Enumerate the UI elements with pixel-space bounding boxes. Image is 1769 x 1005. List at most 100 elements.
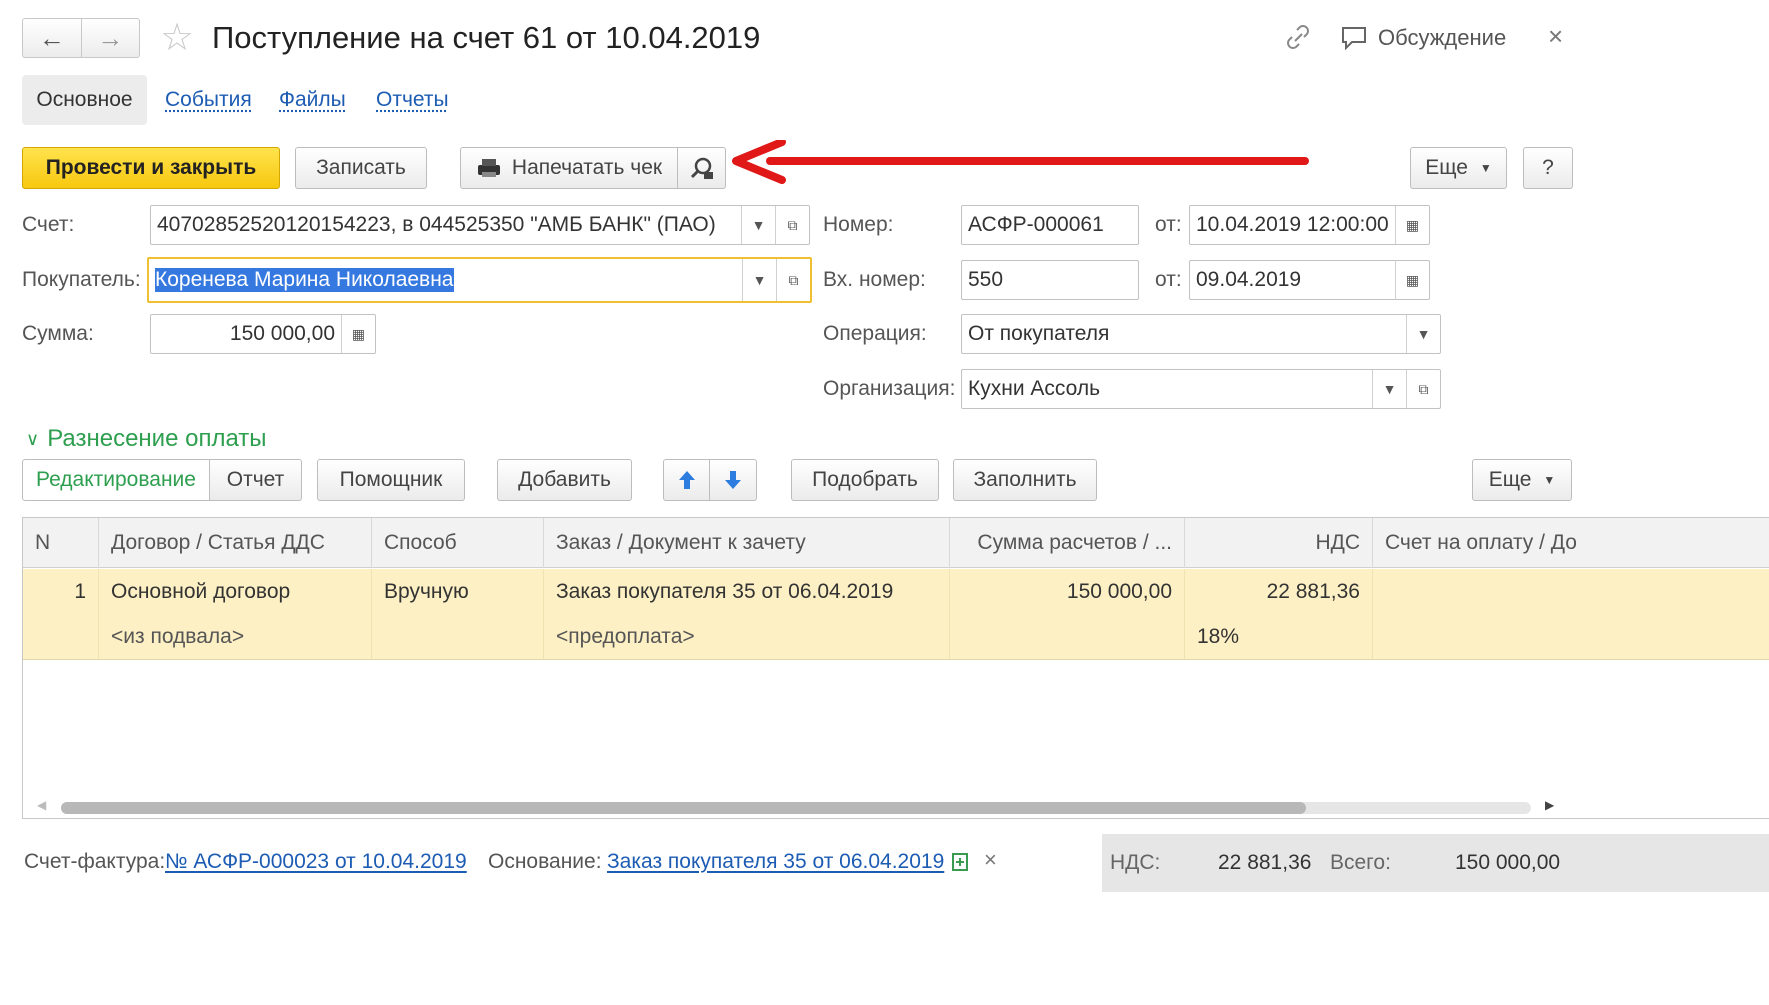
move-buttons xyxy=(663,459,757,501)
print-receipt-group: Напечатать чек xyxy=(460,147,726,189)
account-field[interactable]: 40702852520120154223, в 044525350 "АМБ Б… xyxy=(150,205,810,245)
basis-add-icon[interactable] xyxy=(950,851,972,878)
chevron-down-icon: ∨ xyxy=(26,429,40,449)
row-divider xyxy=(23,659,1769,660)
link-icon[interactable] xyxy=(1284,22,1312,59)
col-header-invoice[interactable]: Счет на оплату / До xyxy=(1373,518,1769,568)
payment-allocation-section-toggle[interactable]: ∨ Разнесение оплаты xyxy=(26,420,267,458)
dropdown-icon[interactable]: ▼ xyxy=(1372,370,1406,408)
dropdown-icon[interactable]: ▼ xyxy=(741,206,775,244)
fill-button[interactable]: Заполнить xyxy=(953,459,1097,501)
arrow-up-icon xyxy=(678,471,695,489)
print-receipt-label: Напечатать чек xyxy=(511,156,663,179)
operation-value: От покупателя xyxy=(968,322,1110,345)
cell-n-sub xyxy=(23,615,99,659)
move-down-button[interactable] xyxy=(710,459,757,501)
printer-icon xyxy=(477,159,500,177)
table-row[interactable]: 1 Основной договор Вручную Заказ покупат… xyxy=(23,569,1769,615)
table-row-sub[interactable]: <из подвала> <предоплата> 18% xyxy=(23,615,1769,659)
tab-editing[interactable]: Редактирование xyxy=(22,459,210,501)
sum-value: 150 000,00 xyxy=(229,322,335,345)
allocation-table: N Договор / Статья ДДС Способ Заказ / До… xyxy=(22,517,1769,819)
preview-button[interactable] xyxy=(678,147,726,189)
calculator-icon[interactable]: ▦ xyxy=(341,315,375,353)
scroll-right-icon[interactable]: ▶ xyxy=(1545,798,1554,812)
basis-label: Основание: xyxy=(488,850,602,873)
favorite-star-icon[interactable]: ☆ xyxy=(160,18,194,58)
organization-label: Организация: xyxy=(823,377,956,400)
post-and-close-button[interactable]: Провести и закрыть xyxy=(22,147,280,189)
col-header-order[interactable]: Заказ / Документ к зачету xyxy=(544,518,950,568)
grand-total-value: 150 000,00 xyxy=(1455,851,1561,874)
date-field[interactable]: 10.04.2019 12:00:00 ▦ xyxy=(1189,205,1430,245)
open-icon[interactable]: ⧉ xyxy=(776,259,810,301)
scroll-left-icon[interactable]: ◀ xyxy=(37,798,46,812)
add-button[interactable]: Добавить xyxy=(497,459,632,501)
chevron-down-icon: ▼ xyxy=(1543,473,1556,487)
table-header: N Договор / Статья ДДС Способ Заказ / До… xyxy=(23,518,1769,568)
tab-report[interactable]: Отчет xyxy=(210,459,302,501)
pick-button[interactable]: Подобрать xyxy=(791,459,939,501)
cell-vat-rate: 18% xyxy=(1185,615,1373,659)
sum-label: Сумма: xyxy=(22,322,94,345)
print-receipt-button[interactable]: Напечатать чек xyxy=(460,147,678,189)
calendar-icon[interactable]: ▦ xyxy=(1395,261,1429,299)
document-add-icon xyxy=(952,853,968,871)
invoice-label: Счет-фактура: xyxy=(24,850,166,873)
col-header-sum[interactable]: Сумма расчетов / ... xyxy=(950,518,1185,568)
section-more-button[interactable]: Еще ▼ xyxy=(1472,459,1572,501)
basis-link[interactable]: Заказ покупателя 35 от 06.04.2019 xyxy=(607,845,944,879)
forward-button[interactable]: → xyxy=(80,19,140,57)
dropdown-icon[interactable]: ▼ xyxy=(742,259,776,301)
more-button[interactable]: Еще ▼ xyxy=(1410,147,1507,189)
operation-field[interactable]: От покупателя ▼ xyxy=(961,314,1441,354)
in-date-from-label: от: xyxy=(1155,268,1182,291)
col-header-vat[interactable]: НДС xyxy=(1185,518,1373,568)
tab-files[interactable]: Файлы xyxy=(279,75,346,125)
scroll-thumb[interactable] xyxy=(61,802,1306,814)
more-label: Еще xyxy=(1425,156,1468,179)
buyer-field[interactable]: Коренева Марина Николаевна ▼ ⧉ xyxy=(147,257,812,303)
cell-sum-sub xyxy=(950,615,1185,659)
cell-contract-sub: <из подвала> xyxy=(99,615,372,659)
horizontal-scrollbar[interactable]: ◀ ▶ xyxy=(23,794,1769,818)
tab-reports[interactable]: Отчеты xyxy=(376,75,449,125)
cell-invoice xyxy=(1373,569,1769,615)
col-header-contract[interactable]: Договор / Статья ДДС xyxy=(99,518,372,568)
close-button[interactable]: × xyxy=(1548,20,1563,52)
move-up-button[interactable] xyxy=(663,459,710,501)
in-number-field[interactable]: 550 xyxy=(961,260,1139,300)
invoice-link[interactable]: № АСФР-000023 от 10.04.2019 xyxy=(165,845,467,879)
col-header-n[interactable]: N xyxy=(23,518,99,568)
more-label: Еще xyxy=(1488,468,1532,491)
chat-bubble-icon xyxy=(1342,27,1366,51)
tab-events[interactable]: События xyxy=(165,75,252,125)
dropdown-icon[interactable]: ▼ xyxy=(1406,315,1440,353)
cell-order: Заказ покупателя 35 от 06.04.2019 xyxy=(544,569,950,615)
cell-vat: 22 881,36 xyxy=(1185,569,1373,615)
assistant-button[interactable]: Помощник xyxy=(317,459,465,501)
discussion-button[interactable]: Обсуждение xyxy=(1340,22,1506,54)
document-window: ← → ☆ Поступление на счет 61 от 10.04.20… xyxy=(0,0,1769,1005)
cell-method: Вручную xyxy=(372,569,544,615)
back-button[interactable]: ← xyxy=(23,19,81,57)
help-button[interactable]: ? xyxy=(1523,147,1573,189)
chevron-down-icon: ▼ xyxy=(1479,161,1492,175)
col-header-method[interactable]: Способ xyxy=(372,518,544,568)
calendar-icon[interactable]: ▦ xyxy=(1395,206,1429,244)
sum-field[interactable]: 150 000,00 ▦ xyxy=(150,314,376,354)
account-value: 40702852520120154223, в 044525350 "АМБ Б… xyxy=(157,213,716,236)
number-field[interactable]: АСФР-000061 xyxy=(961,205,1139,245)
cell-contract: Основной договор xyxy=(99,569,372,615)
in-date-field[interactable]: 09.04.2019 ▦ xyxy=(1189,260,1430,300)
view-toggle: Редактирование Отчет xyxy=(22,459,302,501)
save-button[interactable]: Записать xyxy=(295,147,427,189)
open-icon[interactable]: ⧉ xyxy=(1406,370,1440,408)
basis-remove-button[interactable]: × xyxy=(984,847,997,873)
arrow-down-icon xyxy=(725,471,741,489)
link-icon xyxy=(1287,25,1309,49)
grand-total-label: Всего: xyxy=(1330,851,1391,874)
organization-field[interactable]: Кухни Ассоль ▼ ⧉ xyxy=(961,369,1441,409)
open-icon[interactable]: ⧉ xyxy=(775,206,809,244)
tab-main[interactable]: Основное xyxy=(22,75,147,125)
